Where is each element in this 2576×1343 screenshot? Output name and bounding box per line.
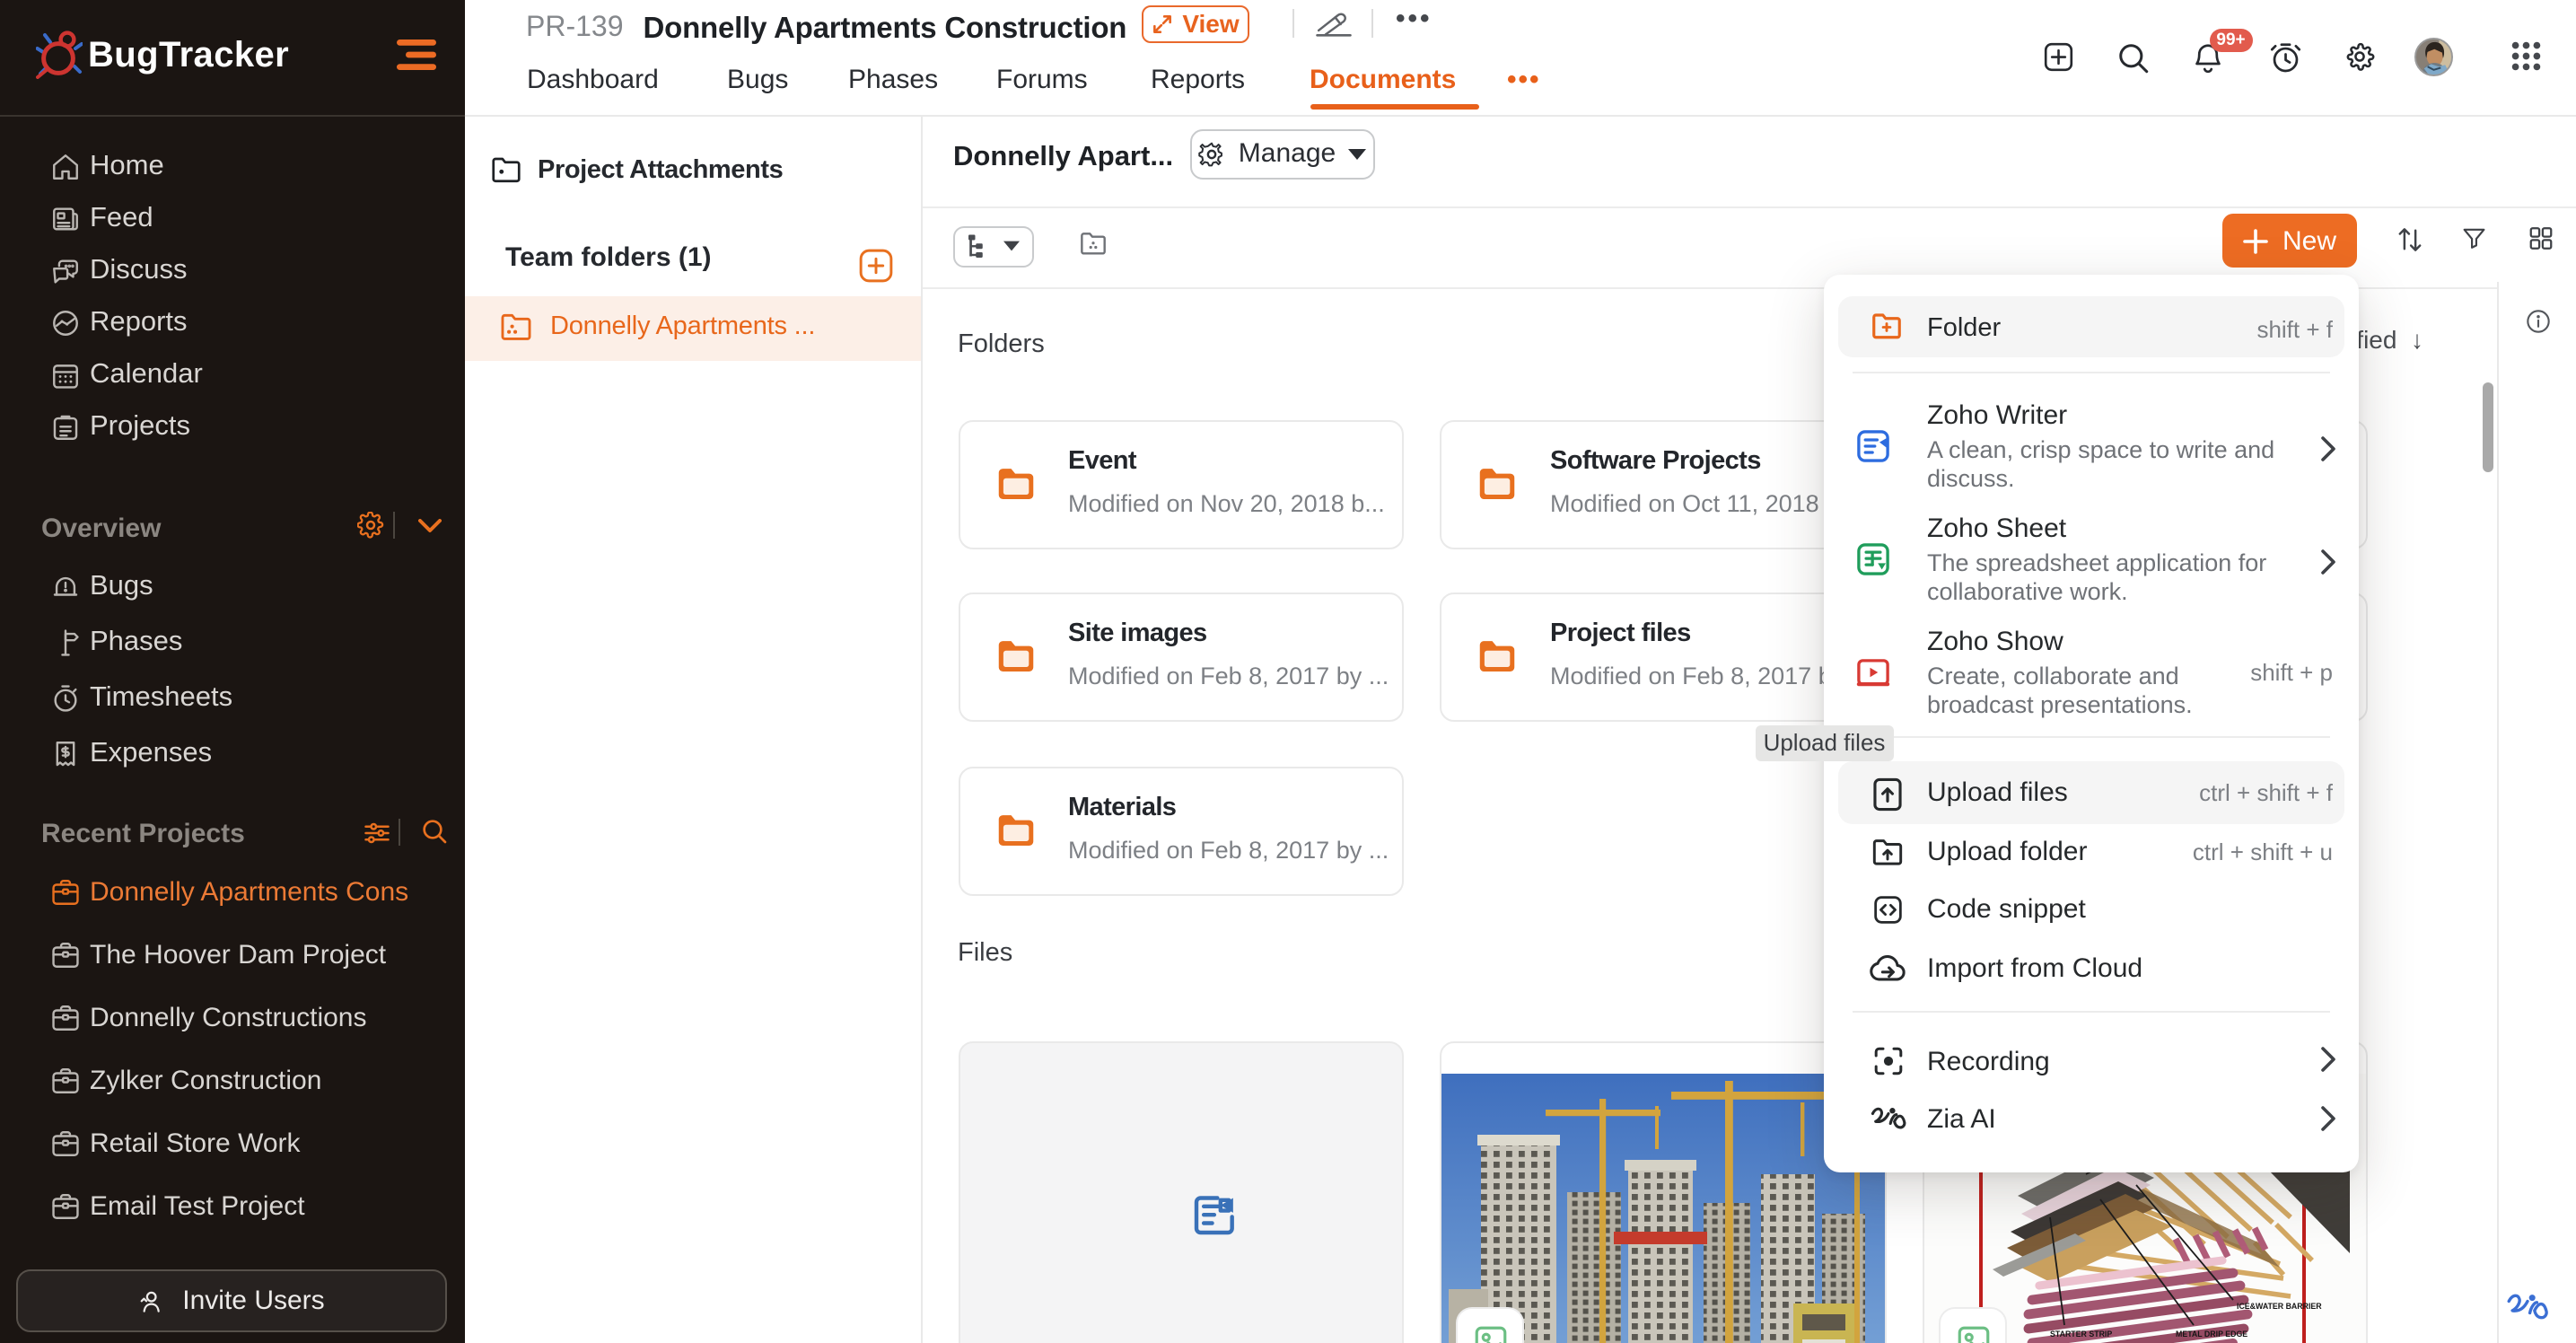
svg-text:ICE&WATER BARRIER: ICE&WATER BARRIER <box>2236 1301 2321 1310</box>
svg-text:STARTER STRIP: STARTER STRIP <box>2049 1329 2111 1338</box>
svg-text:METAL DRIP EDGE: METAL DRIP EDGE <box>2175 1329 2247 1338</box>
